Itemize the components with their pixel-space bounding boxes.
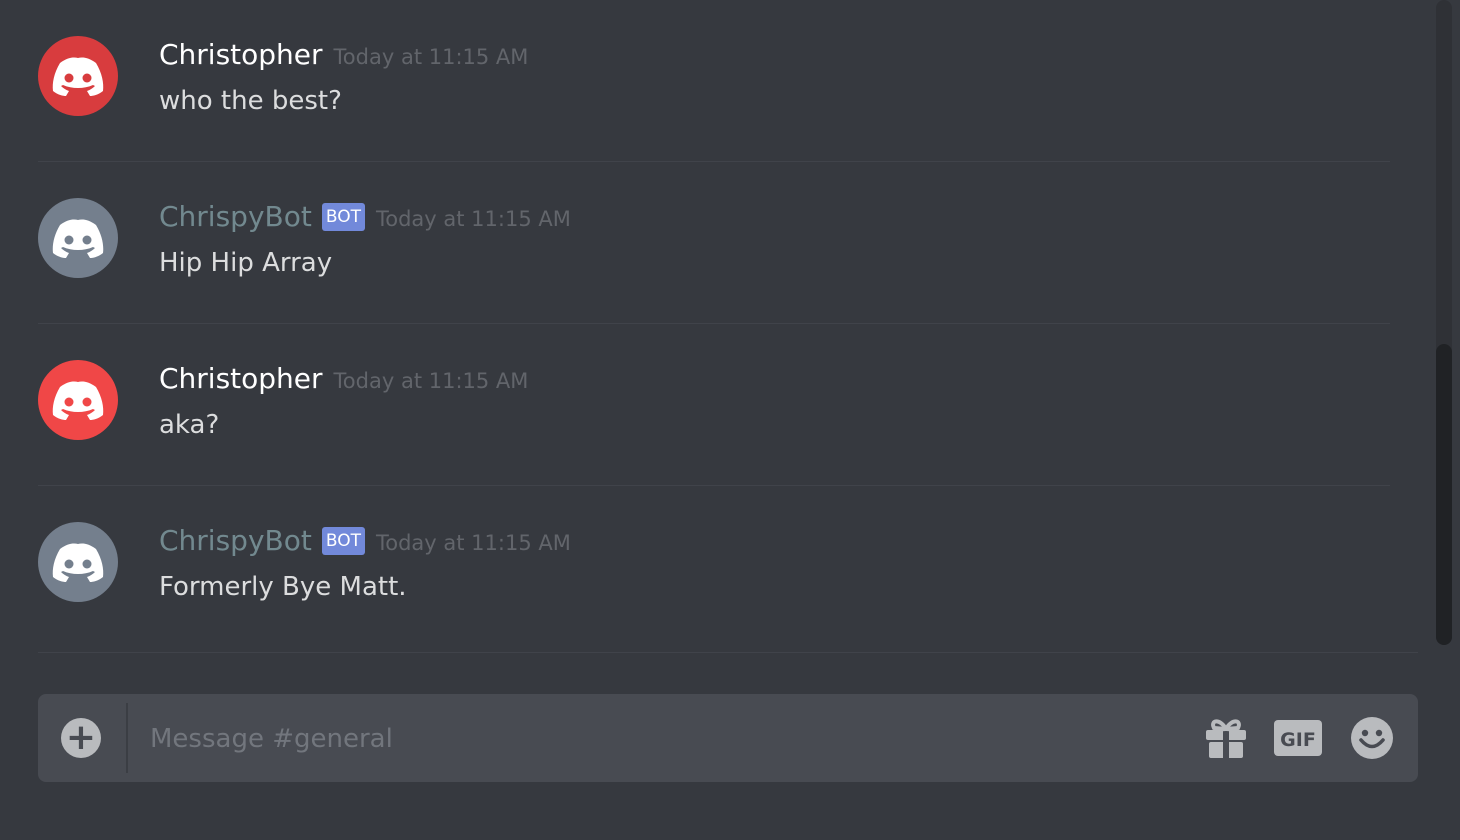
author-name[interactable]: ChrispyBot [159,524,312,557]
message-item: Christopher Today at 11:15 AM aka? [38,324,1390,486]
scrollbar-thumb[interactable] [1436,344,1452,645]
author-name[interactable]: Christopher [159,362,323,395]
discord-logo-icon [52,381,104,420]
timestamp: Today at 11:15 AM [333,45,529,69]
composer-divider [126,703,128,773]
avatar[interactable] [38,36,118,116]
message-content: who the best? [159,86,342,116]
discord-logo-icon [52,219,104,258]
discord-logo-icon [52,57,104,96]
message-content: aka? [159,410,220,440]
emoji-icon[interactable] [1348,716,1396,760]
message-item: ChrispyBot BOT Today at 11:15 AM Hip Hip… [38,162,1390,324]
message-content: Hip Hip Array [159,248,333,278]
divider [38,652,1418,653]
author-name[interactable]: Christopher [159,38,323,71]
svg-text:GIF: GIF [1280,729,1316,751]
gift-icon[interactable] [1202,716,1250,760]
message-item: Christopher Today at 11:15 AM who the be… [38,0,1390,162]
avatar[interactable] [38,522,118,602]
message-header: ChrispyBot BOT Today at 11:15 AM [159,524,571,559]
message-content: Formerly Bye Matt. [159,572,407,602]
discord-logo-icon [52,543,104,582]
plus-circle-icon[interactable]: + [61,718,101,758]
chat-area: Christopher Today at 11:15 AM who the be… [0,0,1460,840]
timestamp: Today at 11:15 AM [375,531,571,555]
avatar[interactable] [38,198,118,278]
message-header: Christopher Today at 11:15 AM [159,362,528,395]
timestamp: Today at 11:15 AM [375,207,571,231]
message-header: ChrispyBot BOT Today at 11:15 AM [159,200,571,235]
message-item: ChrispyBot BOT Today at 11:15 AM Formerl… [38,486,1390,648]
message-input[interactable] [148,716,1192,762]
avatar[interactable] [38,360,118,440]
message-composer: + GIF [38,694,1418,782]
author-name[interactable]: ChrispyBot [159,200,312,233]
gif-icon[interactable]: GIF [1274,716,1322,760]
bot-tag: BOT [321,203,365,231]
message-header: Christopher Today at 11:15 AM [159,38,528,71]
timestamp: Today at 11:15 AM [333,369,529,393]
bot-tag: BOT [321,527,365,555]
